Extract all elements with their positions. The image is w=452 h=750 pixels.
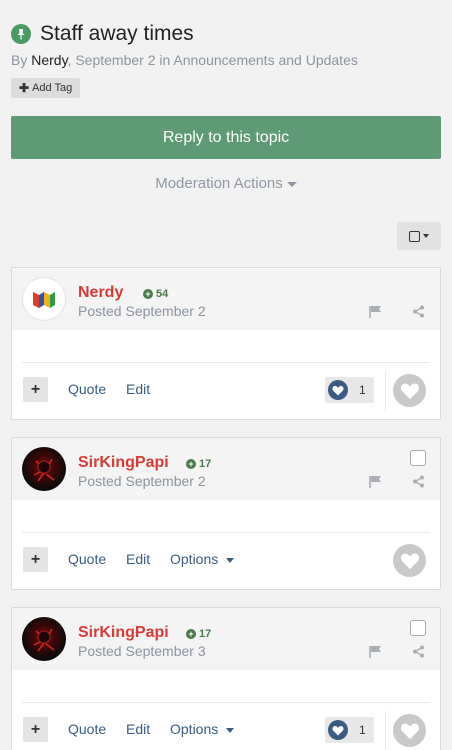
post-header: SirKingPapi +17 Posted September 3: [12, 608, 440, 670]
multi-select-toggle[interactable]: [397, 222, 441, 250]
chevron-down-icon: [226, 727, 235, 733]
heart-icon: [328, 720, 348, 740]
reputation-badge: +17: [186, 628, 211, 640]
topic-author-link[interactable]: Nerdy: [31, 52, 67, 68]
avatar[interactable]: [22, 447, 66, 491]
plus-circle-icon: +: [143, 289, 153, 299]
n64-logo-icon: [33, 292, 55, 308]
chevron-down-icon: [423, 234, 429, 238]
plus-circle-icon: +: [186, 629, 196, 639]
avatar[interactable]: [22, 277, 66, 321]
flag-icon[interactable]: [369, 645, 382, 663]
reputation-value: 54: [156, 288, 169, 300]
moderation-actions-menu[interactable]: Moderation Actions: [0, 175, 452, 192]
reputation-value: 17: [199, 628, 212, 640]
post-content: [22, 670, 430, 703]
post-controls: + Quote Edit 1: [12, 363, 440, 419]
edit-button[interactable]: Edit: [126, 381, 150, 397]
pin-icon: [11, 24, 31, 44]
reaction-count-value: 1: [359, 723, 366, 737]
divider: [385, 711, 386, 750]
post-date[interactable]: Posted September 2: [78, 303, 206, 319]
post-username[interactable]: SirKingPapi: [78, 624, 169, 642]
reputation-value: 17: [199, 458, 212, 470]
react-button[interactable]: [393, 714, 426, 747]
post-date[interactable]: Posted September 3: [78, 643, 206, 659]
post-select-checkbox[interactable]: [410, 620, 426, 636]
topic-header: Staff away times By Nerdy, September 2 i…: [11, 22, 441, 98]
post-header: SirKingPapi +17 Posted September 2: [12, 438, 440, 500]
options-label: Options: [170, 721, 219, 737]
share-icon[interactable]: [412, 305, 425, 323]
topic-byline: By Nerdy, September 2 in Announcements a…: [11, 52, 441, 68]
edit-button[interactable]: Edit: [126, 551, 150, 567]
reaction-count[interactable]: 1: [325, 717, 374, 743]
add-tag-label: Add Tag: [32, 82, 73, 94]
quote-button[interactable]: Quote: [68, 721, 106, 737]
react-button[interactable]: [393, 544, 426, 577]
checkbox-icon: [409, 230, 420, 242]
post-username[interactable]: SirKingPapi: [78, 454, 169, 472]
options-menu[interactable]: Options: [170, 721, 235, 737]
reputation-badge: +17: [186, 458, 211, 470]
flag-icon[interactable]: [369, 475, 382, 493]
post-card: SirKingPapi +17 Posted September 2 + Quo…: [11, 437, 441, 590]
reaction-count[interactable]: 1: [325, 377, 374, 403]
plus-circle-icon: +: [186, 459, 196, 469]
post-header: Nerdy +54 Posted September 2: [12, 268, 440, 330]
share-icon[interactable]: [412, 475, 425, 493]
edit-button[interactable]: Edit: [126, 721, 150, 737]
post-date[interactable]: Posted September 2: [78, 473, 206, 489]
reply-to-topic-button[interactable]: Reply to this topic: [11, 116, 441, 159]
avatar-image: [33, 628, 55, 652]
moderation-actions-label: Moderation Actions: [155, 175, 283, 192]
options-menu[interactable]: Options: [170, 551, 235, 567]
post-controls: + Quote Edit Options 1: [12, 703, 440, 750]
react-button[interactable]: [393, 374, 426, 407]
multiquote-button[interactable]: +: [23, 547, 48, 572]
avatar-image: [33, 458, 55, 482]
post-content: [22, 330, 430, 363]
add-tag-button[interactable]: ✚ Add Tag: [11, 78, 81, 98]
chevron-down-icon: [226, 557, 235, 563]
multiquote-button[interactable]: +: [23, 377, 48, 402]
flag-icon[interactable]: [369, 305, 382, 323]
reaction-count-value: 1: [359, 383, 366, 397]
multiquote-button[interactable]: +: [23, 717, 48, 742]
plus-icon: ✚: [19, 81, 30, 95]
post-select-checkbox[interactable]: [410, 450, 426, 466]
avatar[interactable]: [22, 617, 66, 661]
heart-icon: [400, 723, 419, 739]
divider: [385, 371, 386, 411]
quote-button[interactable]: Quote: [68, 551, 106, 567]
post-content: [22, 500, 430, 533]
byline-prefix: By: [11, 52, 32, 68]
post-card: SirKingPapi +17 Posted September 3 + Quo…: [11, 607, 441, 750]
share-icon[interactable]: [412, 645, 425, 663]
heart-icon: [400, 553, 419, 569]
post-controls: + Quote Edit Options: [12, 533, 440, 589]
heart-icon: [400, 383, 419, 399]
reputation-badge: +54: [143, 288, 168, 300]
heart-icon: [328, 380, 348, 400]
quote-button[interactable]: Quote: [68, 381, 106, 397]
chevron-down-icon: [286, 181, 297, 187]
post-username[interactable]: Nerdy: [78, 284, 123, 302]
post-card: Nerdy +54 Posted September 2 + Quote Edi…: [11, 267, 441, 420]
topic-title: Staff away times: [40, 22, 194, 45]
options-label: Options: [170, 551, 219, 567]
byline-date-forum[interactable]: , September 2 in Announcements and Updat…: [68, 52, 358, 68]
